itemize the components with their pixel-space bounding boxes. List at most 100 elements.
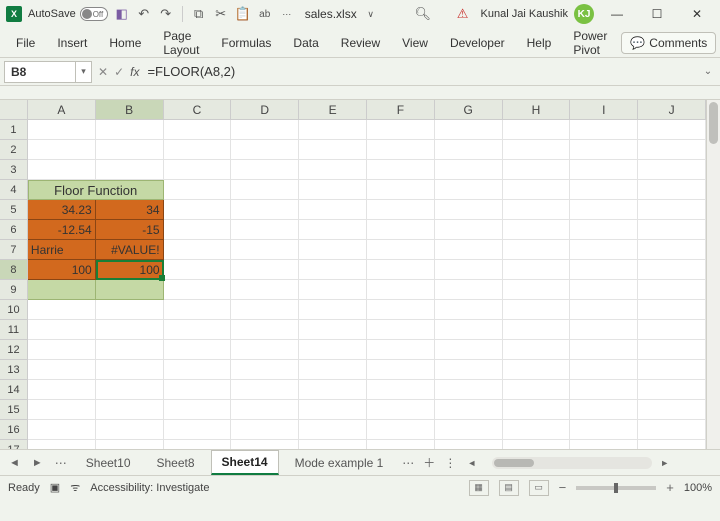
cell[interactable] — [367, 300, 435, 320]
cell[interactable] — [164, 440, 232, 449]
cell[interactable] — [638, 400, 706, 420]
col-header-A[interactable]: A — [28, 100, 96, 119]
cell[interactable] — [503, 320, 571, 340]
cell[interactable] — [435, 420, 503, 440]
cell[interactable] — [503, 300, 571, 320]
select-all-corner[interactable] — [0, 100, 28, 119]
cell[interactable] — [231, 140, 299, 160]
cell[interactable] — [231, 420, 299, 440]
cell[interactable] — [435, 400, 503, 420]
tab-review[interactable]: Review — [331, 31, 390, 55]
sheet-tab-active[interactable]: Sheet14 — [211, 450, 279, 475]
cell[interactable] — [96, 380, 164, 400]
cell[interactable] — [503, 380, 571, 400]
col-header-C[interactable]: C — [164, 100, 232, 119]
cell[interactable] — [96, 280, 164, 300]
tab-file[interactable]: File — [6, 31, 45, 55]
cell[interactable] — [299, 440, 367, 449]
cell[interactable] — [299, 360, 367, 380]
cell[interactable] — [570, 160, 638, 180]
cell[interactable] — [570, 280, 638, 300]
cell[interactable] — [231, 240, 299, 260]
warning-icon[interactable]: ⚠ — [455, 6, 471, 22]
grid[interactable]: A B C D E F G H I J 1234Floor Function53… — [0, 100, 706, 449]
row-header[interactable]: 2 — [0, 140, 28, 160]
sheet-tab[interactable]: Sheet10 — [76, 452, 141, 474]
paste-icon[interactable]: 📋 — [235, 6, 251, 22]
cell[interactable] — [435, 180, 503, 200]
cell[interactable] — [638, 120, 706, 140]
cell[interactable] — [299, 180, 367, 200]
cell[interactable] — [28, 120, 96, 140]
cell[interactable] — [638, 220, 706, 240]
cell[interactable] — [231, 160, 299, 180]
cell[interactable] — [28, 160, 96, 180]
cell[interactable] — [28, 420, 96, 440]
cell[interactable] — [299, 380, 367, 400]
name-box-dropdown-icon[interactable]: ▾ — [76, 61, 92, 83]
cell[interactable] — [28, 140, 96, 160]
tab-formulas[interactable]: Formulas — [211, 31, 281, 55]
cell[interactable] — [28, 340, 96, 360]
cell[interactable] — [503, 420, 571, 440]
cell[interactable] — [164, 420, 232, 440]
new-sheet-icon[interactable]: ＋ — [423, 454, 435, 471]
row-header[interactable]: 16 — [0, 420, 28, 440]
fx-icon[interactable]: fx — [130, 65, 139, 79]
cell[interactable] — [28, 360, 96, 380]
cell[interactable] — [435, 120, 503, 140]
cell[interactable] — [435, 440, 503, 449]
cell[interactable] — [503, 160, 571, 180]
hscroll-thumb[interactable] — [494, 459, 534, 467]
cell[interactable] — [96, 400, 164, 420]
tab-page-layout[interactable]: Page Layout — [153, 24, 209, 62]
cell[interactable] — [367, 260, 435, 280]
copy-icon[interactable]: ⧉ — [191, 6, 207, 22]
cell[interactable] — [299, 120, 367, 140]
user-name[interactable]: Kunal Jai Kaushik — [481, 8, 568, 20]
tab-help[interactable]: Help — [517, 31, 562, 55]
cell[interactable] — [299, 140, 367, 160]
row-header[interactable]: 1 — [0, 120, 28, 140]
cell[interactable]: 100 — [28, 260, 96, 280]
cell[interactable] — [299, 240, 367, 260]
cell[interactable] — [299, 160, 367, 180]
zoom-thumb[interactable] — [614, 483, 618, 493]
cell[interactable] — [638, 340, 706, 360]
cell[interactable] — [570, 240, 638, 260]
cell[interactable] — [231, 360, 299, 380]
cell[interactable] — [503, 200, 571, 220]
cell[interactable]: 34.23 — [28, 200, 96, 220]
cell[interactable] — [299, 220, 367, 240]
cell[interactable] — [367, 140, 435, 160]
cell[interactable] — [503, 120, 571, 140]
cell[interactable] — [164, 180, 232, 200]
cell[interactable] — [503, 340, 571, 360]
cell[interactable] — [503, 180, 571, 200]
cell[interactable]: -15 — [96, 220, 164, 240]
cell[interactable] — [96, 120, 164, 140]
cell[interactable] — [503, 140, 571, 160]
vertical-scrollbar[interactable] — [706, 100, 720, 449]
cell[interactable] — [570, 400, 638, 420]
cell[interactable] — [638, 200, 706, 220]
filename-dropdown-icon[interactable]: ∨ — [363, 6, 379, 22]
cell[interactable] — [570, 440, 638, 449]
search-icon[interactable]: 🔍︎ — [415, 6, 431, 22]
cell[interactable] — [570, 320, 638, 340]
cell[interactable] — [367, 400, 435, 420]
ab-icon[interactable]: ab — [257, 6, 273, 22]
row-header[interactable]: 9 — [0, 280, 28, 300]
col-header-G[interactable]: G — [435, 100, 503, 119]
user-avatar[interactable]: KJ — [574, 4, 594, 24]
more-qat-icon[interactable]: ⋯ — [279, 6, 295, 22]
cell[interactable] — [638, 240, 706, 260]
cell[interactable] — [96, 300, 164, 320]
cell[interactable] — [503, 360, 571, 380]
cell[interactable] — [367, 340, 435, 360]
row-header[interactable]: 12 — [0, 340, 28, 360]
cell[interactable] — [435, 380, 503, 400]
cell[interactable] — [299, 280, 367, 300]
cell[interactable] — [96, 360, 164, 380]
cell[interactable] — [164, 220, 232, 240]
